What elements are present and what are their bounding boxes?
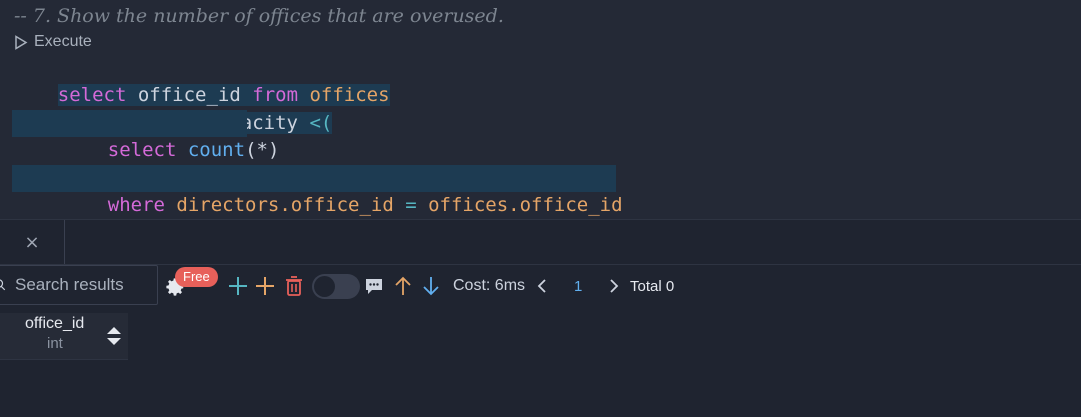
column-name: office_id: [25, 315, 85, 332]
code-line-5: where directors.office_id = offices.offi…: [12, 165, 623, 216]
page-number[interactable]: 1: [574, 278, 582, 295]
delete-row-button[interactable]: [283, 274, 305, 298]
play-icon: [15, 34, 28, 50]
comment-icon: [366, 279, 382, 294]
code-line-6: ); 6ms: [12, 193, 126, 244]
query-cost: Cost: 6ms: [453, 277, 526, 294]
total-count: Total 0: [630, 278, 675, 295]
column-ref: directors.office_id: [176, 194, 394, 216]
search-icon: [0, 279, 6, 291]
search-box[interactable]: [0, 265, 158, 305]
sort-desc-button[interactable]: [421, 275, 441, 297]
column-ref: offices.office_id: [428, 194, 623, 216]
plus-icon: [229, 277, 247, 295]
sql-comment: -- 7. Show the number of offices that ar…: [14, 5, 504, 27]
results-toolbar: Free: [0, 265, 1081, 307]
chevron-left-icon: [537, 279, 546, 293]
edit-mode-toggle[interactable]: [312, 274, 360, 299]
operator-equals: =: [393, 194, 429, 216]
free-badge: Free: [175, 267, 218, 287]
column-type: int: [47, 335, 63, 352]
column-header-office-id[interactable]: office_id int: [0, 313, 128, 360]
code-line-2: where office_capacity <(: [12, 83, 333, 134]
add-row-button[interactable]: [227, 275, 249, 297]
insert-row-button[interactable]: [254, 275, 276, 297]
sort-icon[interactable]: [106, 325, 122, 347]
prev-page-button[interactable]: [535, 277, 549, 295]
plus-icon: [256, 277, 274, 295]
arrow-down-icon: [423, 277, 439, 296]
code-line-1: select office_id from offices: [12, 55, 390, 106]
operator: <(: [309, 112, 333, 134]
sort-asc-button[interactable]: [393, 275, 413, 297]
results-tab[interactable]: ×: [0, 220, 65, 264]
execute-label: Execute: [34, 33, 92, 50]
execute-codelens[interactable]: Execute: [14, 31, 92, 53]
code-line-3: select count(*): [12, 110, 279, 161]
toggle-knob: [314, 276, 335, 297]
sql-editor[interactable]: -- 7. Show the number of offices that ar…: [0, 0, 1081, 244]
code-line-4: from directors: [12, 138, 268, 189]
results-panel: × Free: [0, 219, 1081, 417]
next-page-button[interactable]: [607, 277, 621, 295]
results-tabbar: ×: [0, 220, 1081, 265]
close-icon[interactable]: ×: [24, 232, 39, 253]
chevron-right-icon: [610, 279, 619, 293]
search-input[interactable]: [13, 274, 157, 296]
comment-button[interactable]: [363, 275, 385, 297]
arrow-up-icon: [395, 276, 411, 295]
trash-icon: [286, 276, 302, 296]
